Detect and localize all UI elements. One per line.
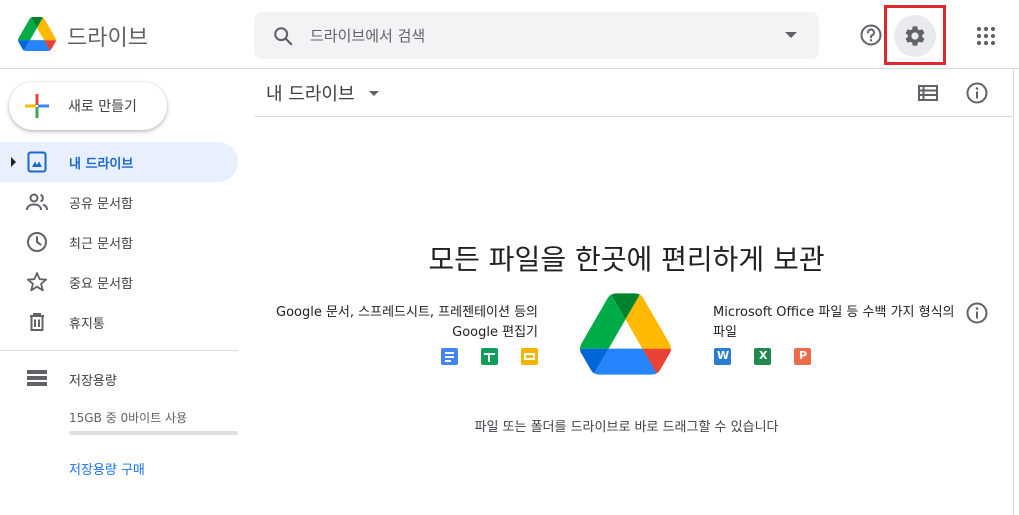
new-button[interactable]: 새로 만들기 [9,82,167,130]
powerpoint-icon: P [794,348,811,365]
sidebar-item-recent[interactable]: 최근 문서함 [0,222,238,262]
storage-progress-bar [69,431,238,435]
search-options-chevron-down-icon[interactable] [785,32,797,38]
main-header: 내 드라이브 [254,69,1014,117]
sidebar-item-shared[interactable]: 공유 문서함 [0,182,238,222]
office-files-caption: Microsoft Office 파일 등 수백 가지 형식의 파일 [713,305,955,340]
star-icon [26,272,48,292]
word-icon: W [714,348,731,365]
storage-icon [27,370,47,386]
new-button-label: 새로 만들기 [68,99,137,115]
storage-usage-text: 15GB 중 0바이트 사용 [69,411,188,425]
sidebar-item-label: 휴지통 [69,317,105,332]
app-title[interactable]: 드라이브 [67,20,148,52]
title-chevron-down-icon[interactable] [369,91,379,96]
sidebar-item-label: 공유 문서함 [69,197,133,212]
main-right-border [1013,69,1014,515]
drive-logo-icon[interactable] [18,16,56,52]
apps-grid-icon[interactable] [972,22,1000,50]
list-view-icon[interactable] [917,82,939,104]
drag-drop-hint: 파일 또는 폴더를 드라이브로 바로 드래그할 수 있습니다 [474,420,779,435]
top-header: 드라이브 [0,0,1019,69]
google-sheets-icon [481,348,498,365]
sidebar-divider [0,350,238,351]
expand-arrow-icon[interactable] [11,157,16,167]
plus-icon [25,94,49,118]
search-bar[interactable] [254,12,819,59]
trash-icon [30,313,44,331]
search-icon[interactable] [272,25,294,47]
sidebar-item-label: 최근 문서함 [69,237,133,252]
drive-logo-large-icon [580,293,671,375]
help-icon[interactable] [857,21,885,49]
buy-storage-link[interactable]: 저장용량 구매 [69,459,145,478]
excel-icon: X [754,348,771,365]
search-input[interactable] [310,12,770,59]
gear-icon [905,26,925,46]
sidebar-item-trash[interactable]: 휴지통 [0,302,238,342]
sidebar-item-my-drive[interactable]: 내 드라이브 [0,142,238,182]
sidebar-item-label: 내 드라이브 [69,157,134,172]
info-icon[interactable] [965,81,989,105]
empty-state-heading: 모든 파일을 한곳에 편리하게 보관 [428,243,825,276]
google-editors-caption: Google 문서, 스프레드시트, 프레젠테이션 등의 Google 편집기 [276,305,538,340]
clock-icon [27,232,47,252]
my-drive-icon [27,151,47,173]
people-icon [26,193,48,211]
sidebar-item-label: 중요 문서함 [69,277,133,292]
google-slides-icon [521,348,538,365]
storage-label[interactable]: 저장용량 [69,370,117,389]
sidebar-item-starred[interactable]: 중요 문서함 [0,262,238,302]
page-title[interactable]: 내 드라이브 [266,80,355,106]
file-types-info-icon[interactable] [965,301,989,325]
google-docs-icon [441,348,458,365]
settings-button[interactable] [894,15,936,57]
